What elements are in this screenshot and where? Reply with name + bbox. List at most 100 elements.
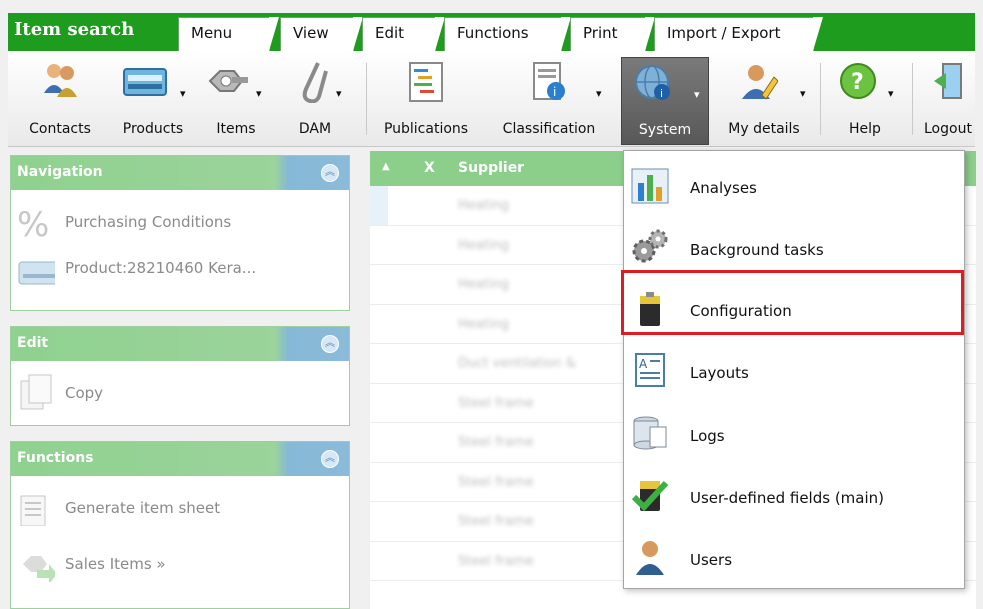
logs-icon bbox=[633, 416, 667, 450]
column-x[interactable]: X bbox=[424, 160, 435, 176]
layout-icon: A bbox=[635, 353, 665, 387]
edit-item-label: Copy bbox=[65, 384, 104, 402]
my-details-button[interactable]: ▾ My details bbox=[712, 57, 816, 145]
supplier-cell: Steel frame bbox=[458, 553, 534, 569]
ribbon-separator bbox=[366, 63, 367, 135]
sales-items-icon bbox=[23, 556, 55, 582]
supplier-cell: Steel frame bbox=[458, 474, 534, 490]
tab-view[interactable]: View bbox=[280, 17, 363, 51]
functions-panel-header: Functions ︽ bbox=[11, 442, 349, 476]
menu-item-layouts[interactable]: A Layouts bbox=[624, 340, 964, 398]
navigation-panel-header: Navigation ︽ bbox=[11, 156, 349, 190]
items-icon bbox=[208, 70, 248, 92]
products-dropdown-icon[interactable]: ▾ bbox=[180, 87, 186, 100]
menu-item-users[interactable]: Users bbox=[624, 527, 964, 585]
supplier-cell: Heating bbox=[458, 277, 509, 292]
row-selector[interactable] bbox=[370, 186, 388, 225]
supplier-cell: Steel frame bbox=[458, 514, 534, 529]
copy-icon bbox=[20, 374, 52, 410]
supplier-cell: Heating bbox=[458, 198, 509, 213]
item-sheet-icon bbox=[20, 495, 46, 526]
ribbon-separator bbox=[912, 63, 913, 135]
function-item-generate-sheet[interactable]: Generate item sheet bbox=[11, 486, 349, 532]
percent-icon: % bbox=[17, 208, 49, 240]
system-button[interactable]: i ▾ System bbox=[621, 57, 709, 145]
nav-item-product[interactable]: Product:28210460 Kera... bbox=[11, 246, 349, 292]
supplier-cell: Heating bbox=[458, 237, 509, 253]
system-dropdown-icon[interactable]: ▾ bbox=[694, 88, 700, 101]
system-icon: i bbox=[635, 65, 670, 100]
my-details-icon bbox=[742, 65, 778, 100]
collapse-icon[interactable]: ︽ bbox=[321, 164, 339, 182]
menu-item-label: Analyses bbox=[690, 179, 757, 197]
column-supplier[interactable]: Supplier bbox=[458, 160, 524, 176]
publications-label: Publications bbox=[383, 121, 469, 137]
supplier-cell: Steel frame bbox=[458, 435, 534, 450]
logout-icon bbox=[934, 63, 962, 99]
svg-text:i: i bbox=[553, 85, 556, 99]
svg-text:%: % bbox=[17, 208, 49, 240]
nav-item-purchasing-conditions[interactable]: % Purchasing Conditions bbox=[11, 200, 349, 246]
system-label: System bbox=[638, 122, 692, 138]
help-label: Help bbox=[849, 121, 881, 137]
items-button[interactable]: ▾ Items bbox=[198, 57, 274, 145]
function-item-sales-items[interactable]: Sales Items » bbox=[11, 542, 349, 588]
dam-button[interactable]: ▾ DAM bbox=[278, 57, 352, 145]
products-icon bbox=[123, 68, 167, 96]
function-item-label: Generate item sheet bbox=[65, 499, 221, 517]
help-dropdown-icon[interactable]: ▾ bbox=[888, 87, 894, 100]
publications-button[interactable]: Publications bbox=[372, 57, 480, 145]
tab-import-export[interactable]: Import / Export bbox=[654, 17, 823, 51]
svg-text:A: A bbox=[639, 357, 648, 371]
dam-dropdown-icon[interactable]: ▾ bbox=[336, 87, 342, 100]
edit-item-copy[interactable]: Copy bbox=[11, 371, 349, 417]
gears-icon bbox=[632, 229, 668, 263]
supplier-cell: Heating bbox=[458, 316, 509, 332]
ribbon-separator bbox=[820, 63, 821, 135]
logout-button[interactable]: Logout bbox=[920, 57, 975, 145]
menu-item-label: Users bbox=[690, 551, 733, 569]
svg-text:i: i bbox=[660, 87, 663, 100]
supplier-cell: Steel frame bbox=[458, 395, 534, 411]
configuration-highlight bbox=[621, 270, 964, 335]
menu-item-label: User-defined fields (main) bbox=[690, 489, 884, 507]
help-button[interactable]: ? ▾ Help bbox=[826, 57, 904, 145]
supplier-cell: Duct ventilation & bbox=[458, 356, 577, 371]
menu-item-label: Logs bbox=[690, 427, 725, 445]
paperclip-icon bbox=[302, 62, 328, 103]
sort-ascending-icon[interactable]: ▲ bbox=[382, 161, 390, 172]
contacts-button[interactable]: Contacts bbox=[12, 57, 108, 145]
function-item-label: Sales Items » bbox=[65, 555, 166, 573]
contacts-icon bbox=[44, 64, 77, 97]
tab-print[interactable]: Print bbox=[570, 17, 655, 51]
items-dropdown-icon[interactable]: ▾ bbox=[256, 87, 262, 100]
svg-text:?: ? bbox=[851, 70, 864, 95]
tab-strip: Item search Menu View Edit Functions Pri… bbox=[8, 13, 975, 51]
collapse-icon[interactable]: ︽ bbox=[321, 450, 339, 468]
collapse-icon[interactable]: ︽ bbox=[321, 335, 339, 353]
logout-label: Logout bbox=[924, 121, 972, 137]
menu-item-logs[interactable]: Logs bbox=[624, 403, 964, 461]
menu-item-background-tasks[interactable]: Background tasks bbox=[624, 217, 964, 275]
navigation-panel: Navigation ︽ % Purchasing Conditions Pro… bbox=[10, 155, 350, 311]
menu-item-label: Layouts bbox=[690, 364, 749, 382]
classification-dropdown-icon[interactable]: ▾ bbox=[596, 87, 602, 100]
my-details-dropdown-icon[interactable]: ▾ bbox=[800, 87, 806, 100]
tab-edit[interactable]: Edit bbox=[362, 17, 445, 51]
tab-functions[interactable]: Functions bbox=[444, 17, 571, 51]
functions-panel-title: Functions bbox=[17, 450, 94, 466]
check-icon bbox=[631, 480, 669, 512]
menu-item-user-defined-fields[interactable]: User-defined fields (main) bbox=[624, 465, 964, 523]
menu-item-analyses[interactable]: Analyses bbox=[624, 155, 964, 213]
dam-label: DAM bbox=[298, 121, 332, 137]
products-button[interactable]: ▾ Products bbox=[110, 57, 196, 145]
edit-panel: Edit ︽ Copy bbox=[10, 326, 350, 426]
edit-panel-header: Edit ︽ bbox=[11, 327, 349, 361]
edit-panel-title: Edit bbox=[17, 335, 49, 351]
tab-menu[interactable]: Menu bbox=[178, 17, 279, 51]
classification-button[interactable]: i ▾ Classification bbox=[484, 57, 614, 145]
system-dropdown-menu: Analyses Background tasks Configuration … bbox=[623, 150, 965, 589]
items-label: Items bbox=[216, 121, 256, 137]
functions-panel: Functions ︽ Generate item sheet Sales It… bbox=[10, 441, 350, 609]
menu-item-label: Background tasks bbox=[690, 241, 824, 259]
